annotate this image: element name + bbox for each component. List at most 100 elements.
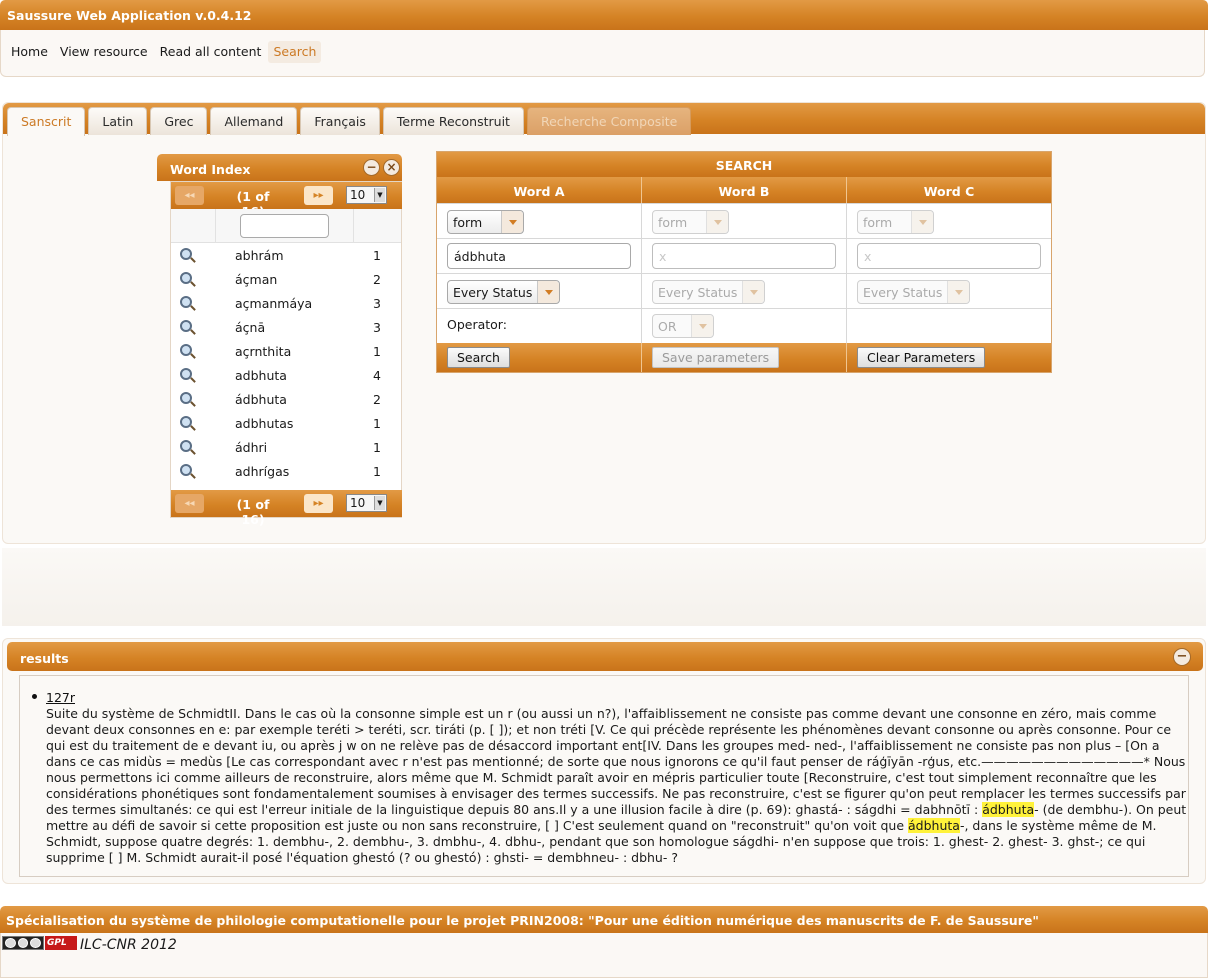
clear-parameters-button[interactable]: Clear Parameters [857, 347, 986, 368]
tab-allemand[interactable]: Allemand [210, 107, 298, 135]
word-count: 1 [373, 416, 381, 431]
word-index-pager-bottom: ◂◂ (1 of 16) ▸▸ 10 ▼ [171, 490, 402, 527]
word-index-row: abhrám 1 [171, 243, 401, 267]
tab-recherche-composite: Recherche Composite [526, 107, 692, 135]
magnifier-icon[interactable] [180, 344, 192, 356]
chevron-down-icon [501, 211, 523, 233]
tab-latin[interactable]: Latin [88, 107, 148, 135]
type-row: form form form [437, 203, 1051, 238]
minimize-icon[interactable]: − [363, 159, 380, 176]
save-parameters-button: Save parameters [652, 347, 780, 368]
word-b-header: Word B [642, 177, 847, 203]
word-index-grid: ◂◂ (1 of 16) ▸▸ 10▼ abhrám 1 áçman 2 açmanmá… [170, 181, 402, 527]
word-filter-input[interactable] [240, 214, 329, 238]
page-size-select[interactable]: 10 ▼ [346, 494, 387, 512]
word-index-row: adbhutas 1 [171, 411, 401, 435]
result-item: 127r Suite du système de SchmidtII. Dans… [32, 690, 1188, 866]
magnifier-icon[interactable] [180, 296, 192, 308]
nav-search-link[interactable]: Search [268, 41, 322, 63]
word-c-type-select: form [857, 210, 934, 234]
footer-text: Spécialisation du système de philologie … [6, 913, 1039, 928]
word-a-term-input[interactable]: ádbhuta [447, 243, 631, 269]
footer-credit: ILC-CNR 2012 [80, 937, 177, 953]
word-label: açrnthita [235, 344, 292, 359]
search-title: SEARCH [437, 152, 1051, 177]
word-c-term-input: x [857, 243, 1041, 269]
prev-page-button[interactable]: ◂◂ [175, 186, 204, 205]
operator-row: Operator: OR [437, 308, 1051, 343]
prev-page-button[interactable]: ◂◂ [175, 494, 204, 513]
word-count: 1 [373, 440, 381, 455]
word-index-row: açrnthita 1 [171, 339, 401, 363]
word-a-status-select[interactable]: Every Status [447, 280, 560, 304]
search-panel: SEARCH Word A Word B Word C form form fo… [436, 151, 1052, 373]
word-index-row: adbhuta 4 [171, 363, 401, 387]
footer-panel: GPL ILC-CNR 2012 [0, 933, 1208, 978]
main-nav: Home View resource Read all content Sear… [6, 41, 323, 63]
word-count: 3 [373, 320, 381, 335]
word-c-header: Word C [923, 184, 975, 199]
next-page-button[interactable]: ▸▸ [304, 186, 333, 205]
word-index-filter-row [171, 209, 401, 243]
close-icon[interactable]: × [383, 159, 400, 176]
tab-sanscrit[interactable]: Sanscrit [7, 107, 86, 136]
word-index-rows: abhrám 1 áçman 2 açmanmáya 3 áçnā 3 açrnthita 1 ad… [171, 243, 401, 483]
search-button[interactable]: Search [447, 347, 510, 368]
app-header: Saussure Web Application v.0.4.12 [0, 0, 1208, 30]
word-label: áçnā [235, 320, 266, 335]
search-button-row: Search Save parameters Clear Parameters [437, 343, 1051, 372]
result-text: Suite du système de SchmidtII. Dans le c… [46, 706, 1187, 865]
chevron-down-icon: ▼ [374, 188, 385, 202]
creative-commons-icon [2, 936, 44, 950]
tab-francais[interactable]: Français [300, 107, 380, 135]
magnifier-icon[interactable] [180, 368, 192, 380]
word-label: adbhuta [235, 368, 287, 383]
nav-view-resource-link[interactable]: View resource [55, 41, 153, 63]
magnifier-icon[interactable] [180, 440, 192, 452]
results-title: results [20, 651, 69, 666]
status-row: Every Status Every Status Every Status [437, 273, 1051, 308]
chevron-down-icon [947, 281, 969, 303]
collapse-icon[interactable]: − [1173, 648, 1191, 666]
tab-terme-reconstruit[interactable]: Terme Reconstruit [382, 107, 524, 135]
word-a-type-select[interactable]: form [447, 210, 524, 234]
magnifier-icon[interactable] [180, 272, 192, 284]
word-count: 1 [373, 248, 381, 263]
magnifier-icon[interactable] [180, 392, 192, 404]
panel-spacer [2, 548, 1206, 626]
word-index-row: áçnā 3 [171, 315, 401, 339]
chevron-down-icon [742, 281, 764, 303]
next-page-button[interactable]: ▸▸ [304, 494, 333, 513]
word-index-panel: Word Index − × ◂◂ (1 of 16) ▸▸ 10▼ abhrá… [157, 154, 402, 527]
operator-label: Operator: [447, 317, 507, 332]
magnifier-icon[interactable] [180, 464, 192, 476]
word-count: 1 [373, 344, 381, 359]
search-column-headers: Word A Word B Word C [437, 177, 1051, 203]
app-title: Saussure Web Application v.0.4.12 [7, 8, 252, 23]
magnifier-icon[interactable] [180, 416, 192, 428]
word-index-header: Word Index − × [157, 154, 402, 181]
word-label: áçman [235, 272, 278, 287]
chevron-down-icon [537, 281, 559, 303]
term-row: ádbhuta x x [437, 238, 1051, 273]
results-panel: results − 127r Suite du système de Schmi… [2, 638, 1206, 884]
magnifier-icon[interactable] [180, 320, 192, 332]
nav-read-all-content-link[interactable]: Read all content [155, 41, 267, 63]
magnifier-icon[interactable] [180, 248, 192, 260]
word-index-row: adhrígas 1 [171, 459, 401, 483]
word-label: abhrám [235, 248, 284, 263]
chevron-down-icon [706, 211, 728, 233]
operator-select: OR [652, 314, 714, 338]
word-count: 1 [373, 464, 381, 479]
nav-home-link[interactable]: Home [6, 41, 53, 63]
tab-bar: Sanscrit Latin Grec Allemand Français Te… [3, 103, 1205, 136]
word-index-title: Word Index [170, 162, 251, 177]
word-count: 2 [373, 392, 381, 407]
word-b-term-input: x [652, 243, 836, 269]
page-size-select[interactable]: 10 ▼ [346, 186, 387, 204]
result-link[interactable]: 127r [46, 690, 75, 705]
word-a-header: Word A [437, 177, 642, 203]
page-info: (1 of 16) [236, 497, 270, 527]
word-label: ádbhuta [235, 392, 287, 407]
tab-grec[interactable]: Grec [150, 107, 208, 135]
